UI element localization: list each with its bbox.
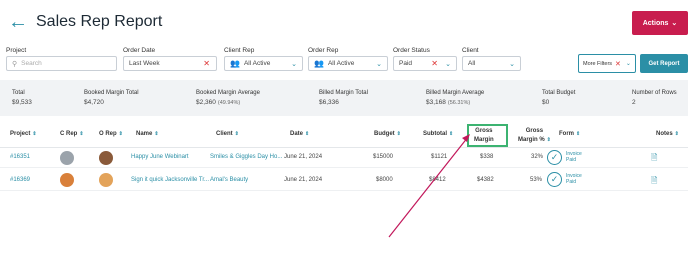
annotation-arrow [388, 134, 470, 238]
